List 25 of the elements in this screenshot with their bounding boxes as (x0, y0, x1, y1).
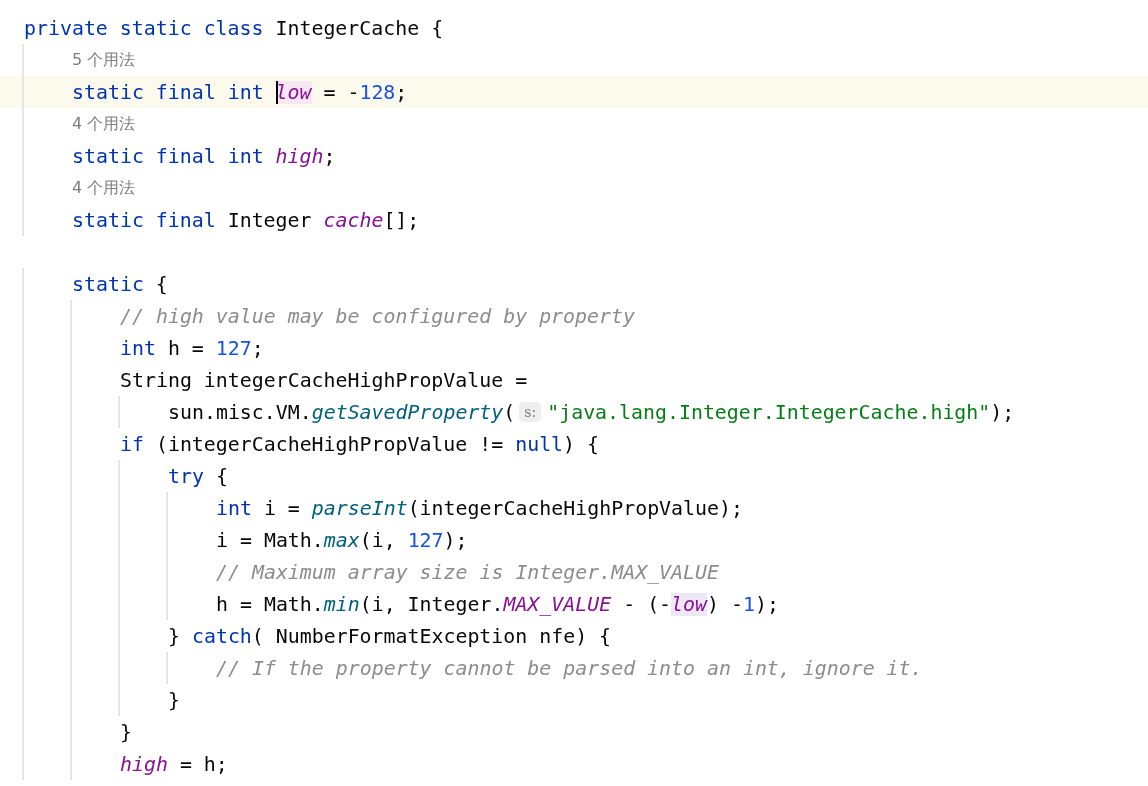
code-line: static final int high; (72, 144, 336, 168)
usages-hint[interactable]: 5 个用法 (72, 49, 136, 71)
code-line: sun.misc.VM.getSavedProperty( (168, 400, 516, 424)
code-line: int i = parseInt(integerCacheHighPropValue); (216, 496, 743, 520)
code-line: } (120, 720, 132, 744)
code-line: high = h; (120, 752, 228, 776)
code-line: int h = 127; (120, 336, 264, 360)
code-line: static { (72, 272, 168, 296)
code-line: static final Integer cache[]; (72, 208, 420, 232)
code-line: if (integerCacheHighPropValue != null) { (120, 432, 600, 456)
code-line: // If the property cannot be parsed into an int, ignore it. (216, 656, 923, 680)
code-line: } (168, 688, 180, 712)
code-line: static final int low = -128; (72, 80, 408, 104)
usages-hint[interactable]: 4 个用法 (72, 113, 136, 135)
code-line: h = Math.min(i, Integer.MAX_VALUE - (-low) -1); (216, 592, 779, 616)
code-line: } catch( NumberFormatException nfe) { (168, 624, 612, 648)
usages-hint[interactable]: 4 个用法 (72, 177, 136, 199)
code-line: // Maximum array size is Integer.MAX_VALUE (216, 560, 719, 584)
code-line: i = Math.max(i, 127); (216, 528, 468, 552)
code-line: String integerCacheHighPropValue = (120, 368, 528, 392)
code-line: // high value may be configured by property (120, 304, 635, 328)
parameter-hint: s: (519, 402, 542, 422)
code-line: "java.lang.Integer.IntegerCache.high"); (547, 400, 1015, 424)
code-line: try { (168, 464, 228, 488)
code-line: private static class IntegerCache { (24, 16, 444, 40)
